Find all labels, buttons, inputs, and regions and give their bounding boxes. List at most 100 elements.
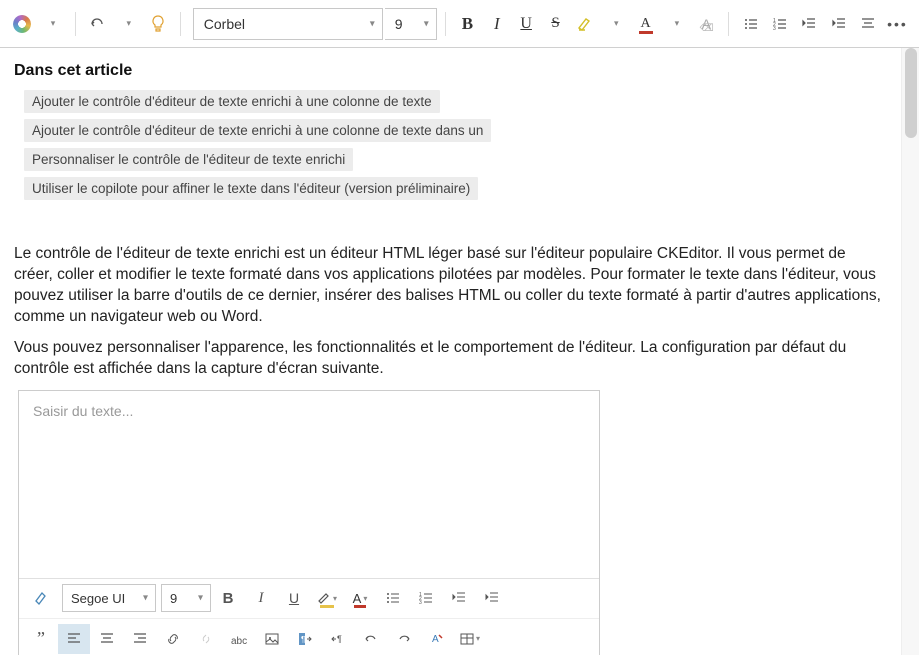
emb-superscript-button[interactable]: abc — [223, 624, 255, 654]
bold-button[interactable]: B — [454, 8, 481, 40]
emb-outdent-button[interactable] — [443, 583, 475, 613]
emb-link-button[interactable] — [157, 624, 189, 654]
toc-item[interactable]: Ajouter le contrôle d'éditeur de texte e… — [24, 119, 491, 142]
emb-bold-button[interactable]: B — [212, 583, 244, 613]
idea-button[interactable] — [144, 8, 171, 40]
main-toolbar: ▾ ▾ ▾ ▾ B I U S ▾ A ▾ A⌫ 123 — [0, 0, 919, 48]
toc-item[interactable]: Utiliser le copilote pour affiner le tex… — [24, 177, 478, 200]
copilot-dropdown[interactable]: ▾ — [39, 8, 66, 40]
emb-align-right-button[interactable] — [124, 624, 156, 654]
emb-clear-button[interactable]: A — [421, 624, 453, 654]
copilot-button[interactable] — [8, 8, 35, 40]
emb-italic-button[interactable]: I — [245, 583, 277, 613]
italic-button[interactable]: I — [483, 8, 510, 40]
highlighter-icon — [577, 16, 593, 32]
emb-table-button[interactable]: ▾ — [454, 624, 486, 654]
font-family-select[interactable] — [193, 8, 383, 40]
indent-button[interactable] — [825, 8, 852, 40]
emb-size-select[interactable] — [161, 584, 211, 612]
emb-size-wrap: ▾ — [157, 584, 211, 612]
outdent-button[interactable] — [796, 8, 823, 40]
font-color-button[interactable]: A — [632, 8, 659, 40]
emb-unlink-button[interactable] — [190, 624, 222, 654]
svg-text:A: A — [432, 634, 439, 645]
unlink-icon — [199, 632, 213, 646]
clear-formatting-icon: A⌫ — [702, 16, 711, 32]
ltr-icon: ¶ — [298, 632, 312, 646]
font-color-dropdown[interactable]: ▾ — [663, 8, 690, 40]
article-body: Dans cet article Ajouter le contrôle d'é… — [0, 48, 919, 655]
align-left-icon — [67, 632, 81, 646]
undo-dropdown[interactable]: ▾ — [115, 8, 142, 40]
emb-numbered-list-button[interactable]: 123 — [410, 583, 442, 613]
indent-icon — [831, 16, 847, 32]
embedded-toolbar-row1: ▾ ▾ B I U ▾ A ▾ 123 — [19, 579, 599, 619]
more-button[interactable]: ••• — [884, 8, 911, 40]
highlight-dropdown[interactable]: ▾ — [603, 8, 630, 40]
emb-ltr-button[interactable]: ¶ — [289, 624, 321, 654]
outdent-icon — [801, 16, 817, 32]
copilot-icon — [13, 15, 31, 33]
align-center-icon — [860, 16, 876, 32]
undo-button[interactable] — [84, 8, 111, 40]
clear-formatting-button[interactable]: A⌫ — [693, 8, 720, 40]
strikethrough-button[interactable]: S — [542, 8, 569, 40]
paragraph: Vous pouvez personnaliser l'apparence, l… — [14, 338, 884, 380]
emb-image-button[interactable] — [256, 624, 288, 654]
align-button[interactable] — [854, 8, 881, 40]
align-right-icon — [133, 632, 147, 646]
numbered-list-icon: 123 — [419, 591, 433, 605]
emb-highlight-button[interactable]: ▾ — [311, 583, 343, 613]
format-painter-button[interactable] — [25, 583, 57, 613]
underline-button[interactable]: U — [512, 8, 539, 40]
font-color-icon: A — [641, 16, 651, 32]
numbered-list-button[interactable]: 123 — [766, 8, 793, 40]
font-family-wrap: ▾ — [189, 8, 383, 40]
bullet-list-icon — [386, 591, 400, 605]
bullet-list-icon — [743, 16, 759, 32]
separator — [75, 12, 76, 36]
separator — [180, 12, 181, 36]
emb-rtl-button[interactable]: ¶ — [322, 624, 354, 654]
placeholder-text: Saisir du texte... — [33, 403, 133, 419]
toc-item[interactable]: Personnaliser le contrôle de l'éditeur d… — [24, 148, 353, 171]
separator — [445, 12, 446, 36]
chevron-down-icon: ▾ — [476, 634, 480, 643]
scrollbar-thumb[interactable] — [905, 48, 917, 138]
emb-align-center-button[interactable] — [91, 624, 123, 654]
bullet-list-button[interactable] — [737, 8, 764, 40]
paintbrush-icon — [33, 590, 49, 606]
editor-textarea[interactable]: Saisir du texte... — [19, 391, 599, 579]
redo-icon — [397, 632, 411, 646]
outdent-icon — [452, 591, 466, 605]
font-color-a-icon: A — [353, 591, 362, 606]
indent-icon — [485, 591, 499, 605]
emb-align-left-button[interactable] — [58, 624, 90, 654]
chevron-down-icon: ▾ — [333, 594, 337, 603]
pencil-icon — [317, 591, 331, 605]
table-of-contents: Ajouter le contrôle d'éditeur de texte e… — [24, 90, 905, 206]
emb-bullet-list-button[interactable] — [377, 583, 409, 613]
paragraph: Le contrôle de l'éditeur de texte enrich… — [14, 244, 884, 328]
separator — [728, 12, 729, 36]
emb-indent-button[interactable] — [476, 583, 508, 613]
table-icon — [460, 632, 474, 646]
emb-redo-button[interactable] — [388, 624, 420, 654]
emb-font-select[interactable] — [62, 584, 156, 612]
svg-text:3: 3 — [419, 600, 422, 605]
chevron-down-icon: ▾ — [363, 594, 367, 603]
undo-icon — [364, 632, 378, 646]
quote-icon: ” — [37, 628, 45, 649]
emb-undo-button[interactable] — [355, 624, 387, 654]
svg-text:abc: abc — [231, 636, 247, 646]
emb-underline-button[interactable]: U — [278, 583, 310, 613]
toc-item[interactable]: Ajouter le contrôle d'éditeur de texte e… — [24, 90, 440, 113]
emb-quote-button[interactable]: ” — [25, 624, 57, 654]
image-icon — [265, 632, 279, 646]
highlight-button[interactable] — [571, 8, 598, 40]
embedded-toolbar-row2: ” abc ¶ — [19, 619, 599, 655]
font-size-select[interactable] — [385, 8, 437, 40]
scrollbar-track[interactable] — [901, 48, 919, 655]
numbered-list-icon: 123 — [772, 16, 788, 32]
emb-font-color-button[interactable]: A ▾ — [344, 583, 376, 613]
